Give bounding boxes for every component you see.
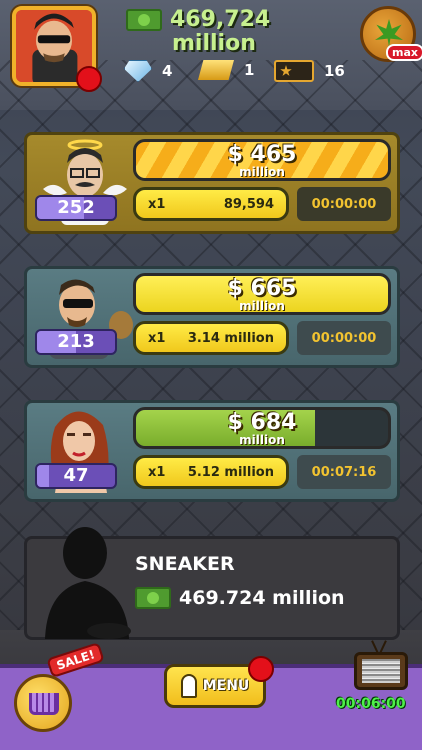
money-unit: million [172, 31, 256, 56]
shop-button[interactable] [14, 674, 72, 732]
timer-1: 00:00:00 [297, 187, 391, 221]
upgrade-cost-3: 5.12 million [187, 464, 274, 480]
max-badge: max [386, 44, 422, 61]
multiplier-2: x1 [148, 330, 166, 346]
multiplier-1: x1 [148, 196, 166, 212]
cash-icon [135, 587, 171, 609]
timer-3: 00:07:16 [297, 455, 391, 489]
income-price-2: $ 665 [227, 276, 297, 301]
locked-business-card[interactable]: SNEAKER 469.724 million [24, 527, 400, 640]
locked-character-silhouette [45, 527, 131, 639]
menu-notification-dot [248, 656, 274, 682]
income-unit-1: million [239, 165, 285, 179]
level-badge-2: 213 [35, 329, 117, 355]
business-card-2[interactable]: 213 $ 665 million x1 3.14 million 00:00:… [24, 266, 400, 368]
leaf-icon [375, 19, 403, 47]
level-progress-fill-3 [37, 465, 49, 487]
upgrade-button-2[interactable]: x1 3.14 million [133, 321, 289, 355]
tv-reward-button[interactable] [348, 640, 414, 696]
shopping-cart-icon [29, 693, 59, 715]
menu-label: MENU [202, 678, 250, 694]
level-badge-3: 47 [35, 463, 117, 489]
income-unit-2: million [239, 299, 285, 313]
tv-timer: 00:06:00 [336, 696, 406, 712]
gold-bar-icon [198, 60, 234, 80]
timer-2: 00:00:00 [297, 321, 391, 355]
upgrade-button-1[interactable]: x1 89,594 [133, 187, 289, 221]
level-badge-1: 252 [35, 195, 117, 221]
tv-icon [354, 652, 408, 690]
cash-icon [126, 9, 162, 31]
level-value-1: 252 [57, 197, 95, 218]
upgrade-cost-2: 3.14 million [187, 330, 274, 346]
business-card-3[interactable]: 47 $ 684 million x1 5.12 million 00:07:1… [24, 400, 400, 502]
avatar-notification-dot [76, 66, 102, 92]
upgrade-button-3[interactable]: x1 5.12 million [133, 455, 289, 489]
gems-value: 4 [162, 62, 173, 80]
money-value: 469,724 [170, 7, 271, 32]
key-icon [180, 674, 197, 698]
income-price-3: $ 684 [227, 410, 297, 435]
business-card-1[interactable]: 252 $ 465 million x1 89,594 00:00:00 [24, 132, 400, 234]
income-progress-2[interactable]: $ 665 million [133, 273, 391, 315]
level-value-3: 47 [63, 465, 89, 486]
unlock-cost-value: 469.724 million [179, 587, 345, 609]
tickets-counter[interactable]: 16 [274, 60, 345, 82]
income-progress-3[interactable]: $ 684 million [133, 407, 391, 449]
income-unit-3: million [239, 433, 285, 447]
diamond-icon [124, 60, 152, 82]
income-progress-1[interactable]: $ 465 million [133, 139, 391, 181]
locked-business-name: SNEAKER [135, 553, 235, 575]
unlock-cost: 469.724 million [135, 587, 345, 609]
income-price-1: $ 465 [227, 142, 297, 167]
tickets-value: 16 [324, 62, 345, 80]
level-value-2: 213 [57, 331, 95, 352]
multiplier-3: x1 [148, 464, 166, 480]
gold-value: 1 [244, 61, 255, 79]
money-display: 469,724 million [126, 8, 270, 56]
gems-counter[interactable]: 4 [124, 60, 172, 82]
ticket-icon [274, 60, 314, 82]
gold-counter[interactable]: 1 [198, 60, 254, 80]
upgrade-cost-1: 89,594 [223, 196, 274, 212]
